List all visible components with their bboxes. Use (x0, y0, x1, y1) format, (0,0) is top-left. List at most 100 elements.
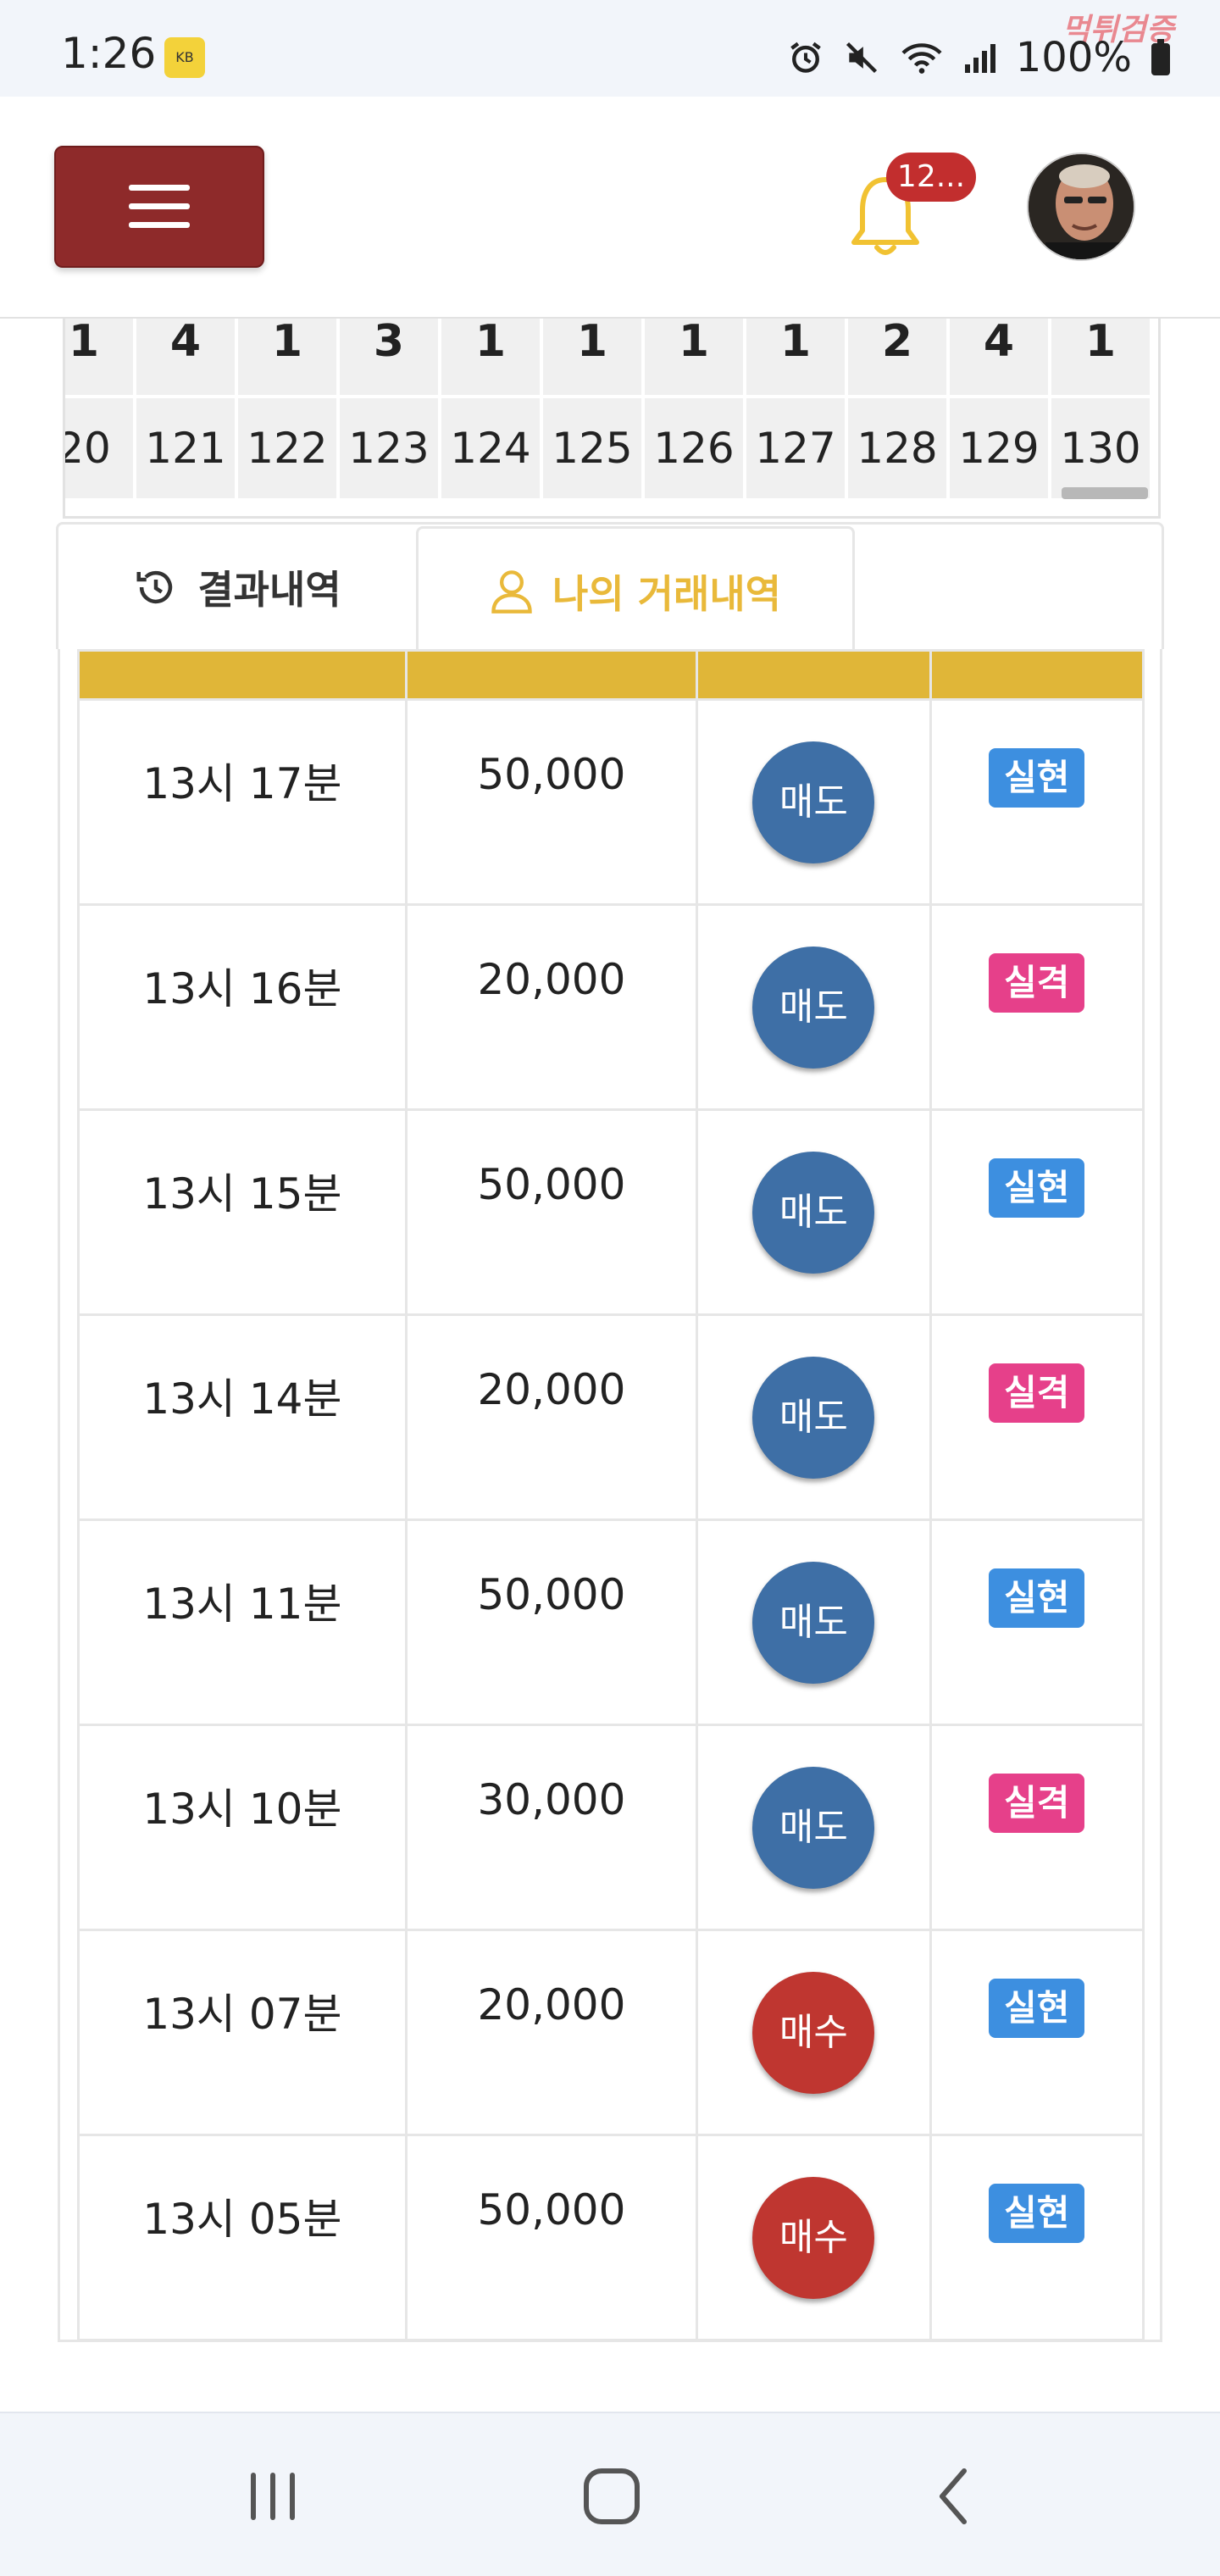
round-column: 2 128 (848, 319, 946, 498)
back-icon[interactable] (920, 2462, 988, 2530)
result-cell: 실현 (929, 1108, 1145, 1316)
side-cell: 매도 (696, 903, 932, 1111)
tab-bar-filler (855, 525, 1162, 652)
round-count: 4 (136, 319, 235, 395)
time-cell: 13시 11분 (77, 1518, 408, 1726)
status-bar: 1:26 KB 먹튀검증 100% (0, 0, 1220, 97)
wifi-icon (899, 39, 945, 76)
round-count: 2 (848, 319, 946, 395)
history-tabs: 결과내역 나의 거래내역 (56, 522, 1164, 653)
header-cell-result (929, 649, 1145, 701)
trade-amount: 50,000 (477, 750, 626, 799)
table-row: 13시 14분 20,000 매도 실격 (77, 1313, 1145, 1521)
tab-results-label: 결과내역 (197, 566, 341, 613)
table-row: 13시 16분 20,000 매도 실격 (77, 903, 1145, 1111)
trade-time: 13시 15분 (142, 1169, 342, 1219)
side-cell: 매도 (696, 1724, 932, 1931)
table-row: 13시 05분 50,000 매수 실현 (77, 2134, 1145, 2341)
hamburger-icon (129, 185, 190, 228)
trade-amount: 20,000 (477, 1365, 626, 1414)
battery-percent: 100% (1015, 34, 1132, 81)
round-number: 126 (645, 398, 743, 498)
table-header-row (77, 649, 1145, 701)
trades-table: 13시 17분 50,000 매도 실현 13시 16분 20,000 매도 실격 13시 15… (77, 649, 1145, 2341)
sell-badge: 매도 (752, 1767, 875, 1889)
result-cell: 실현 (929, 2134, 1145, 2341)
side-cell: 매도 (696, 698, 932, 906)
amount-cell: 30,000 (404, 1724, 699, 1931)
trade-time: 13시 05분 (142, 2195, 342, 2244)
status-icons: 100% (787, 34, 1171, 81)
result-cell: 실현 (929, 698, 1145, 906)
result-badge: 실현 (989, 748, 1085, 808)
round-count: 1 (65, 319, 133, 395)
time-cell: 13시 16분 (77, 903, 408, 1111)
time-cell: 13시 14분 (77, 1313, 408, 1521)
round-number: 130 (1051, 398, 1150, 498)
trade-time: 13시 07분 (142, 1990, 342, 2039)
alarm-icon (787, 39, 824, 76)
sell-badge: 매도 (752, 741, 875, 863)
result-cell: 실격 (929, 903, 1145, 1111)
mute-icon (843, 39, 880, 76)
trade-time: 13시 14분 (142, 1374, 342, 1424)
result-cell: 실격 (929, 1313, 1145, 1521)
amount-cell: 50,000 (404, 1518, 699, 1726)
round-column: 1 126 (645, 319, 743, 498)
result-badge: 실현 (989, 1568, 1085, 1628)
round-column: 4 129 (950, 319, 1048, 498)
time-cell: 13시 10분 (77, 1724, 408, 1931)
amount-cell: 50,000 (404, 2134, 699, 2341)
tab-my-trades[interactable]: 나의 거래내역 (416, 526, 855, 653)
trade-amount: 50,000 (477, 2185, 626, 2235)
table-row: 13시 17분 50,000 매도 실현 (77, 698, 1145, 906)
grid-scrollbar[interactable] (1062, 487, 1148, 499)
tab-my-trades-label: 나의 거래내역 (552, 570, 781, 617)
sell-badge: 매도 (752, 1562, 875, 1684)
round-column: 4 121 (136, 319, 235, 498)
sell-badge: 매도 (752, 1152, 875, 1274)
table-row: 13시 15분 50,000 매도 실현 (77, 1108, 1145, 1316)
time-cell: 13시 05분 (77, 2134, 408, 2341)
app-header: 12... (0, 97, 1220, 319)
recent-apps-icon[interactable] (239, 2462, 307, 2530)
round-grid-track: 1204121112231231124112511261127212841291… (65, 319, 1158, 498)
result-cell: 실현 (929, 1929, 1145, 2136)
amount-cell: 20,000 (404, 903, 699, 1111)
trades-body: 13시 17분 50,000 매도 실현 13시 16분 20,000 매도 실격 13시 15… (77, 698, 1145, 2341)
table-row: 13시 07분 20,000 매수 실현 (77, 1929, 1145, 2136)
round-grid[interactable]: 1204121112231231124112511261127212841291… (63, 319, 1161, 519)
user-icon (491, 569, 532, 613)
battery-icon (1151, 39, 1171, 76)
round-number: 124 (441, 398, 540, 498)
round-column: 1 127 (746, 319, 845, 498)
round-count: 1 (1051, 319, 1150, 395)
trade-amount: 50,000 (477, 1160, 626, 1209)
round-number: 122 (238, 398, 336, 498)
table-row: 13시 11분 50,000 매도 실현 (77, 1518, 1145, 1726)
trade-amount: 20,000 (477, 1980, 626, 2029)
side-cell: 매도 (696, 1313, 932, 1521)
round-number: 121 (136, 398, 235, 498)
header-cell-amount (404, 649, 699, 701)
tab-results[interactable]: 결과내역 (58, 525, 416, 652)
round-count: 3 (340, 319, 438, 395)
kb-app-icon: KB (164, 37, 205, 78)
signal-icon (963, 41, 997, 75)
result-badge: 실현 (989, 1158, 1085, 1218)
time-cell: 13시 07분 (77, 1929, 408, 2136)
round-count: 4 (950, 319, 1048, 395)
user-avatar[interactable] (1027, 153, 1135, 261)
avatar-portrait (1029, 154, 1134, 259)
trade-time: 13시 16분 (142, 964, 342, 1013)
round-column: 120 (65, 319, 133, 498)
trade-amount: 20,000 (477, 955, 626, 1004)
header-cell-side (696, 649, 932, 701)
result-badge: 실격 (989, 953, 1085, 1013)
trade-time: 13시 17분 (142, 759, 342, 808)
home-icon[interactable] (578, 2462, 646, 2530)
notification-count-badge[interactable]: 12... (886, 153, 976, 202)
status-time: 1:26 (61, 29, 157, 78)
round-column: 3 123 (340, 319, 438, 498)
menu-button[interactable] (54, 146, 264, 268)
